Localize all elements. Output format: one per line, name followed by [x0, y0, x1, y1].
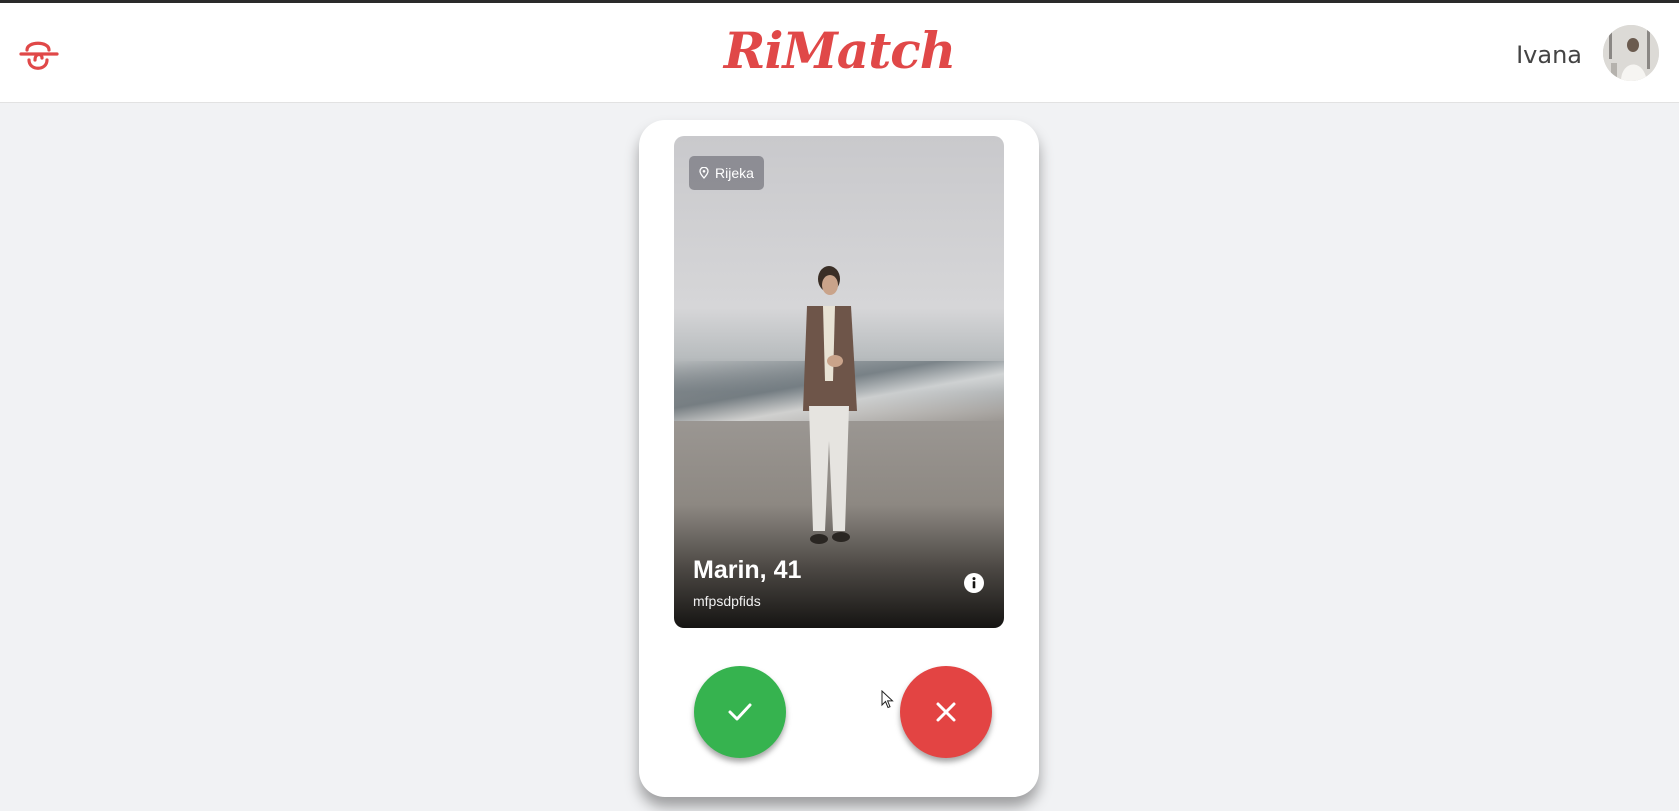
dislike-button[interactable]: [900, 666, 992, 758]
info-icon[interactable]: [964, 573, 984, 593]
location-badge: Rijeka: [689, 156, 764, 190]
location-label: Rijeka: [715, 165, 754, 181]
profile-name-age: Marin, 41: [693, 556, 802, 584]
top-navbar: RiMatch Ivana: [0, 3, 1679, 103]
brand-logo: RiMatch: [723, 21, 956, 80]
mouse-cursor-icon: [881, 690, 894, 709]
check-icon: [728, 703, 752, 721]
user-avatar[interactable]: [1603, 25, 1659, 81]
profile-photo[interactable]: Rijeka Marin, 41 mfpsdpfids: [674, 136, 1004, 628]
photo-person-figure: [803, 266, 857, 544]
close-icon: [936, 702, 956, 722]
like-button[interactable]: [694, 666, 786, 758]
map-pin-icon: [699, 167, 709, 179]
profile-card: Rijeka Marin, 41 mfpsdpfids: [639, 120, 1039, 797]
current-username: Ivana: [1516, 41, 1582, 69]
profile-bio: mfpsdpfids: [693, 593, 761, 609]
